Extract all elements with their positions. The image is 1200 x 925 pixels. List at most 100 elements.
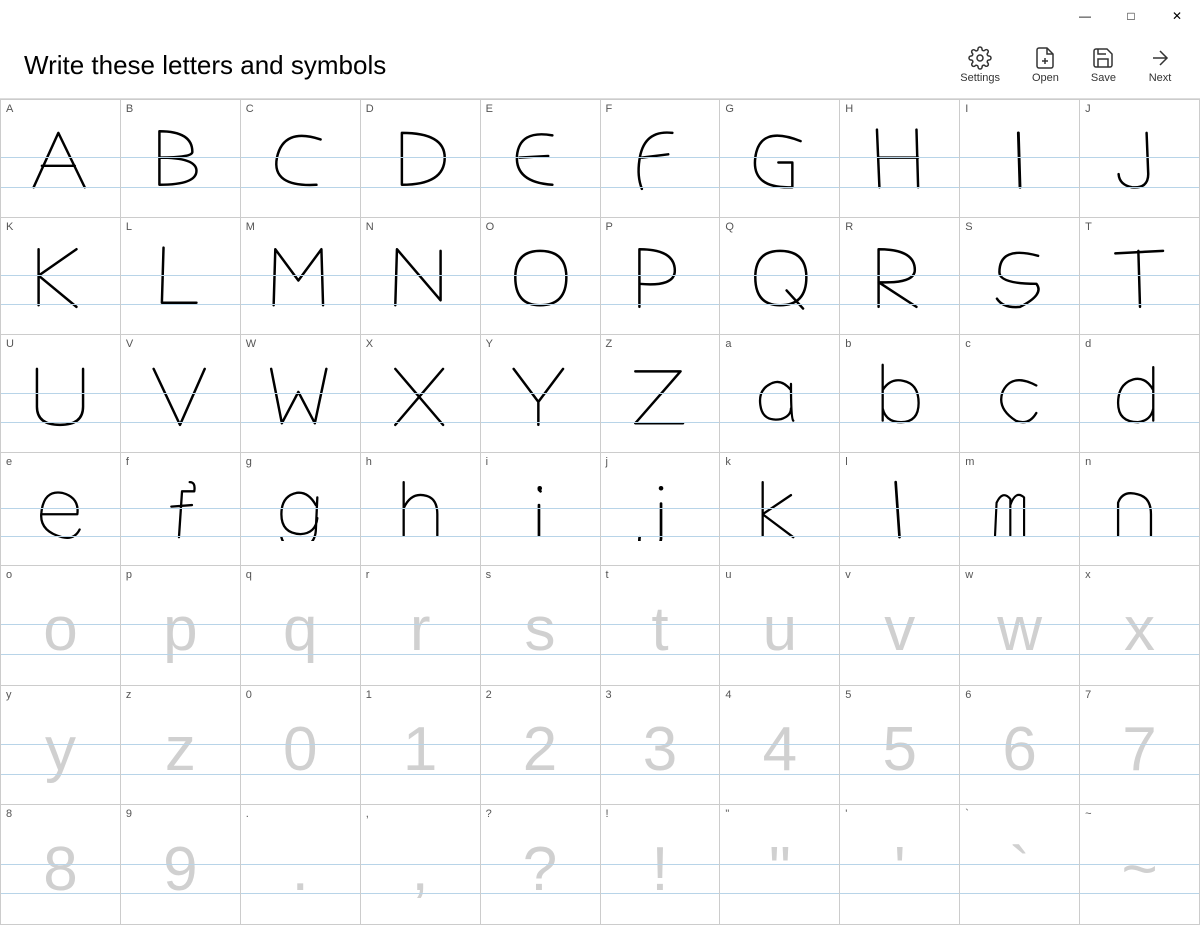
cell-n[interactable]: n [1080,453,1200,566]
cell-l[interactable]: l [840,453,960,566]
settings-button[interactable]: Settings [948,40,1012,90]
cell-G[interactable]: G [720,100,840,218]
cell-h[interactable]: h [361,453,481,566]
cell-0[interactable]: 00 [241,686,361,806]
cell-X[interactable]: X [361,335,481,453]
cell-p[interactable]: pp [121,566,241,686]
cell-label: 7 [1085,689,1091,701]
cell-Z[interactable]: Z [601,335,721,453]
cell-V[interactable]: V [121,335,241,453]
cell-K[interactable]: K [1,218,121,336]
cell-T[interactable]: T [1080,218,1200,336]
cell-u[interactable]: uu [720,566,840,686]
cell-character: y [1,686,120,805]
cell-label: , [366,808,369,820]
cell-character [481,335,600,452]
cell-v[interactable]: vv [840,566,960,686]
cell-C[interactable]: C [241,100,361,218]
cell-R[interactable]: R [840,218,960,336]
cell-g[interactable]: g [241,453,361,566]
cell-label: s [486,569,492,581]
cell-'[interactable]: '' [840,805,960,925]
cell-A[interactable]: A [1,100,121,218]
minimize-button[interactable]: — [1062,0,1108,32]
cell-5[interactable]: 55 [840,686,960,806]
cell-c[interactable]: c [960,335,1080,453]
cell-1[interactable]: 11 [361,686,481,806]
cell-E[interactable]: E [481,100,601,218]
cell-,[interactable]: ,, [361,805,481,925]
cell-S[interactable]: S [960,218,1080,336]
cell-i[interactable]: i [481,453,601,566]
cell-O[interactable]: O [481,218,601,336]
cell-label: p [126,569,132,581]
cell-label: v [845,569,851,581]
cell-N[interactable]: N [361,218,481,336]
cell-9[interactable]: 99 [121,805,241,925]
cell-character [121,453,240,565]
cell-M[interactable]: M [241,218,361,336]
cell-character [1,453,120,565]
cell-q[interactable]: qq [241,566,361,686]
cell-`[interactable]: `` [960,805,1080,925]
cell-4[interactable]: 44 [720,686,840,806]
open-button[interactable]: Open [1020,40,1071,90]
cell-I[interactable]: I [960,100,1080,218]
cell-P[interactable]: P [601,218,721,336]
cell-y[interactable]: yy [1,686,121,806]
cell-f[interactable]: f [121,453,241,566]
cell-character: ` [960,805,1079,924]
cell-d[interactable]: d [1080,335,1200,453]
cell-label: L [126,221,132,233]
cell-b[interactable]: b [840,335,960,453]
cell-8[interactable]: 88 [1,805,121,925]
cell-z[interactable]: zz [121,686,241,806]
cell-label: R [845,221,853,233]
cell-character [960,100,1079,217]
cell-J[interactable]: J [1080,100,1200,218]
cell-x[interactable]: xx [1080,566,1200,686]
cell-3[interactable]: 33 [601,686,721,806]
maximize-button[interactable]: □ [1108,0,1154,32]
cell-character: v [840,566,959,685]
cell-t[interactable]: tt [601,566,721,686]
cell-character [601,335,720,452]
cell-H[interactable]: H [840,100,960,218]
cell-2[interactable]: 22 [481,686,601,806]
cell-r[interactable]: rr [361,566,481,686]
cell-"[interactable]: "" [720,805,840,925]
cell-label: u [725,569,731,581]
cell-Y[interactable]: Y [481,335,601,453]
cell-a[interactable]: a [720,335,840,453]
save-button[interactable]: Save [1079,40,1128,90]
cell-7[interactable]: 77 [1080,686,1200,806]
cell-m[interactable]: m [960,453,1080,566]
next-button[interactable]: Next [1136,40,1184,90]
cell-~[interactable]: ~~ [1080,805,1200,925]
cell-character [720,335,839,452]
cell-label: e [6,456,12,468]
cell-![interactable]: !! [601,805,721,925]
cell-W[interactable]: W [241,335,361,453]
cell-s[interactable]: ss [481,566,601,686]
cell-j[interactable]: j [601,453,721,566]
cell-U[interactable]: U [1,335,121,453]
cell-F[interactable]: F [601,100,721,218]
cell-w[interactable]: ww [960,566,1080,686]
cell-6[interactable]: 66 [960,686,1080,806]
cell-B[interactable]: B [121,100,241,218]
cell-label: l [845,456,847,468]
cell-k[interactable]: k [720,453,840,566]
cell-?[interactable]: ?? [481,805,601,925]
cell-e[interactable]: e [1,453,121,566]
cell-L[interactable]: L [121,218,241,336]
close-button[interactable]: ✕ [1154,0,1200,32]
cell-D[interactable]: D [361,100,481,218]
open-label: Open [1032,72,1059,84]
cell-character: z [121,686,240,805]
cell-Q[interactable]: Q [720,218,840,336]
next-label: Next [1149,72,1172,84]
cell-o[interactable]: oo [1,566,121,686]
cell-character: 2 [481,686,600,805]
cell-.[interactable]: .. [241,805,361,925]
